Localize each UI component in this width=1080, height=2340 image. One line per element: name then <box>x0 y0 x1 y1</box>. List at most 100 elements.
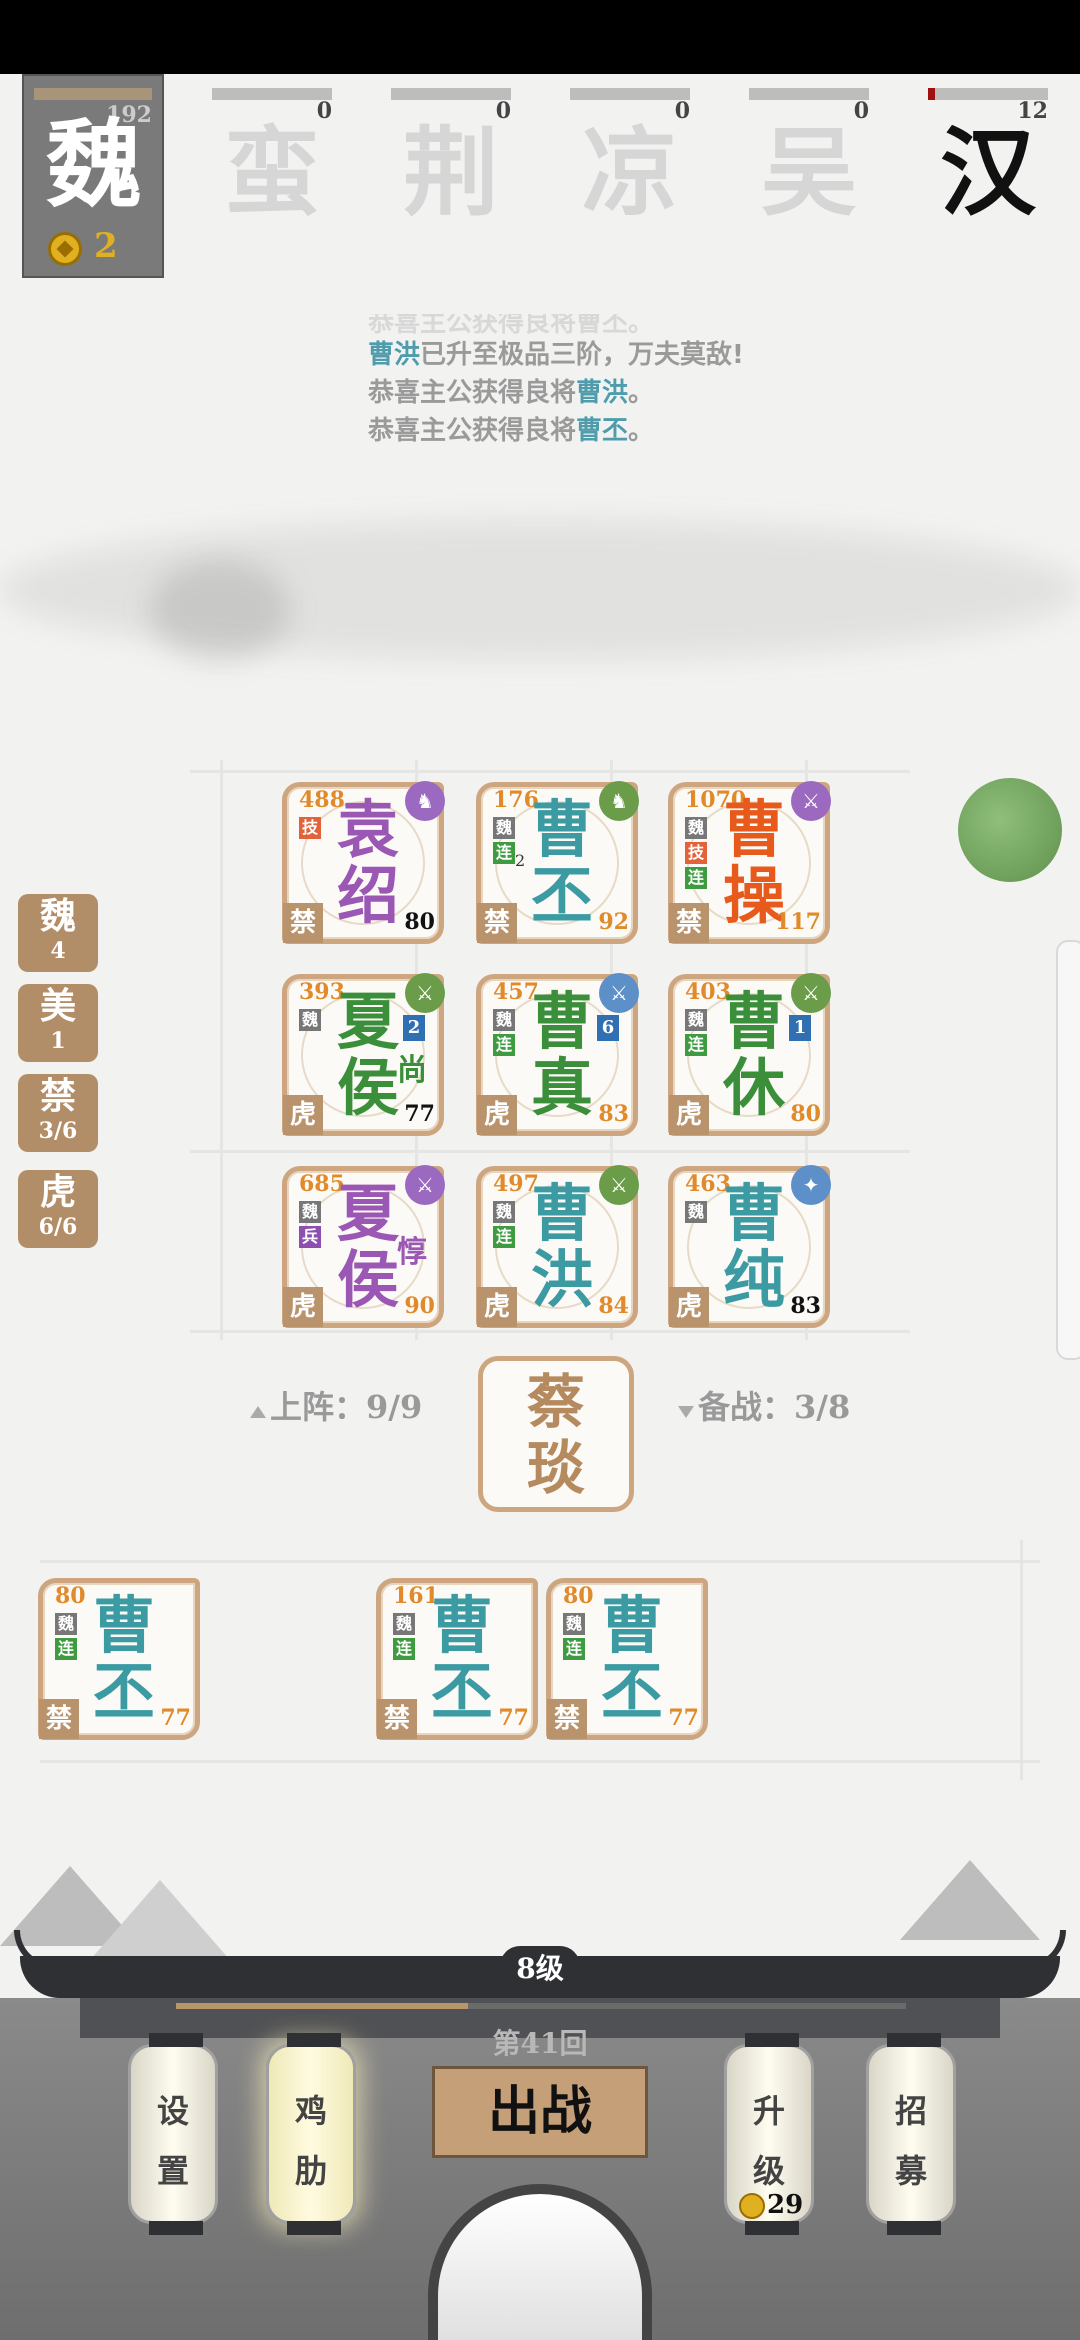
horse-icon: ♞ <box>405 781 445 821</box>
hero-power: 84 <box>598 1293 629 1319</box>
upgrade-button[interactable]: 升级 29 <box>724 2033 814 2235</box>
coin-icon <box>48 232 82 266</box>
news-hero-name: 曹洪 <box>368 340 421 370</box>
coin-count: 2 <box>94 226 118 266</box>
hero-name: 曹丕 <box>430 1589 493 1728</box>
status-bar <box>0 0 1080 74</box>
bench-card-cao-pi[interactable]: 80 魏连 曹丕 禁 77 <box>546 1578 708 1740</box>
tag-lian: 连 <box>493 1034 515 1056</box>
tag-lian: 连 <box>393 1638 415 1660</box>
position-badge: 虎 <box>669 1095 709 1135</box>
hero-power: 83 <box>598 1101 629 1127</box>
star-count-badge: 2 <box>403 1015 425 1041</box>
hero-power: 83 <box>790 1293 821 1319</box>
faction-progress-bar <box>391 88 511 100</box>
bow-skill-icon[interactable] <box>958 778 1062 882</box>
faction-jing[interactable]: 0 荆 <box>391 84 511 234</box>
tag-lian: 连 <box>685 867 707 889</box>
mountain-decoration <box>90 1880 230 1960</box>
hero-power: 77 <box>160 1705 191 1731</box>
hero-name: 曹休 <box>722 985 785 1124</box>
sword-icon: ⚔ <box>599 973 639 1013</box>
hero-power: 77 <box>404 1101 435 1127</box>
fight-button[interactable]: 出战 <box>432 2066 648 2158</box>
level-progress-fill <box>176 2003 468 2009</box>
hero-power: 92 <box>598 909 629 935</box>
faction-name: 蛮 <box>224 116 320 229</box>
filter-label: 虎 <box>39 1171 76 1213</box>
bench-card-cao-pi[interactable]: 80 魏连 曹丕 禁 77 <box>38 1578 200 1740</box>
sword-icon: ⚔ <box>791 973 831 1013</box>
filter-wei[interactable]: 魏4 <box>18 894 98 972</box>
tag-lian: 连 <box>493 1226 515 1248</box>
player-level: 8级 <box>500 1946 580 1992</box>
hero-card-cao-xiu[interactable]: 403 魏连 曹休 1 虎 80 ⚔ <box>668 973 831 1136</box>
faction-man[interactable]: 0 蛮 <box>212 84 332 234</box>
faction-name: 魏 <box>46 108 142 221</box>
side-panel-handle[interactable] <box>1056 940 1080 1360</box>
position-badge: 禁 <box>283 903 323 943</box>
hero-power: 77 <box>498 1705 529 1731</box>
faction-wu[interactable]: 0 吴 <box>749 84 869 234</box>
position-badge: 禁 <box>547 1699 587 1739</box>
filter-hu[interactable]: 虎 6/6 <box>18 1170 98 1248</box>
hero-name: 曹丕 <box>600 1589 663 1728</box>
hero-card-xiahou-dun[interactable]: 685 魏兵 夏侯 惇 虎 90 ⚔ <box>282 1165 445 1328</box>
tag-ji: 技 <box>685 842 707 864</box>
deployed-count: 上阵：9/9 <box>250 1382 422 1428</box>
recruit-button[interactable]: 招募 <box>866 2033 956 2235</box>
faction-wei-active[interactable]: 192 魏 2 <box>22 74 164 278</box>
horse-icon: ♞ <box>599 781 639 821</box>
upgrade-cost: 29 <box>767 2190 804 2220</box>
triangle-down-icon <box>678 1406 694 1418</box>
hero-card-cao-chun[interactable]: 463 魏 曹纯 虎 83 ✦ <box>668 1165 831 1328</box>
hero-level: 80 <box>563 1583 594 1609</box>
faction-liang[interactable]: 0 凉 <box>570 84 690 234</box>
chicken-rib-button[interactable]: 鸡肋 <box>266 2033 356 2235</box>
faction-han[interactable]: 12 汉 <box>928 84 1048 234</box>
sword-icon: ⚔ <box>405 1165 445 1205</box>
hero-level: 80 <box>55 1583 86 1609</box>
star-count-badge: 1 <box>789 1015 811 1041</box>
hero-card-cao-zhen[interactable]: 457 魏连 曹真 6 虎 83 ⚔ <box>476 973 639 1136</box>
faction-name: 荆 <box>403 116 499 229</box>
faction-progress-fill <box>928 88 936 100</box>
tag-wei: 魏 <box>563 1613 585 1635</box>
filter-count: 6/6 <box>38 1214 78 1240</box>
filter-mei[interactable]: 美1 <box>18 984 98 1062</box>
coin-icon <box>739 2193 765 2219</box>
hero-power: 117 <box>775 909 821 935</box>
mountain-decoration <box>900 1860 1040 1940</box>
tag-lian: 连 <box>493 842 515 864</box>
round-indicator: 第41回 <box>492 2027 588 2060</box>
filter-jin[interactable]: 禁 3/6 <box>18 1074 98 1152</box>
hero-card-cao-cao[interactable]: 1070 魏技连 曹操 禁 117 ⚔ <box>668 781 831 944</box>
settings-button[interactable]: 设置 <box>128 2033 218 2235</box>
position-badge: 禁 <box>669 903 709 943</box>
filter-count: 1 <box>50 1028 66 1054</box>
tag-lian: 连 <box>685 1034 707 1056</box>
tag-wei: 魏 <box>493 1201 515 1223</box>
hero-card-cai-yan[interactable]: 蔡琰 <box>478 1356 634 1512</box>
tag-lian: 连 <box>563 1638 585 1660</box>
news-line: 恭喜主公获得良将曹丕。 <box>368 412 744 450</box>
tag-lian: 连 <box>55 1638 77 1660</box>
hero-power: 80 <box>404 909 435 935</box>
triangle-up-icon <box>250 1406 266 1418</box>
filter-label: 禁 <box>39 1075 76 1117</box>
tag-wei: 魏 <box>685 1009 707 1031</box>
sword-icon: ⚔ <box>791 781 831 821</box>
hero-card-xiahou-shang[interactable]: 393 魏 夏侯 2 尚 虎 77 ⚔ <box>282 973 445 1136</box>
hero-card-yuan-shao[interactable]: 488 技 袁绍 禁 80 ♞ <box>282 781 445 944</box>
bench-card-cao-pi[interactable]: 161 魏连 曹丕 禁 77 <box>376 1578 538 1740</box>
hero-power: 80 <box>790 1101 821 1127</box>
tag-wei: 魏 <box>55 1613 77 1635</box>
hero-card-cao-hong[interactable]: 497 魏连 曹洪 虎 84 ⚔ <box>476 1165 639 1328</box>
ink-moon <box>150 560 290 660</box>
faction-progress-bar <box>34 88 152 100</box>
tag-bing: 兵 <box>299 1226 321 1248</box>
faction-progress-bar <box>212 88 332 100</box>
hero-card-cao-pi[interactable]: 176 魏连 曹丕 禁 92 ♞ 2 <box>476 781 639 944</box>
tag-wei: 魏 <box>493 1009 515 1031</box>
tag-wei: 魏 <box>493 817 515 839</box>
